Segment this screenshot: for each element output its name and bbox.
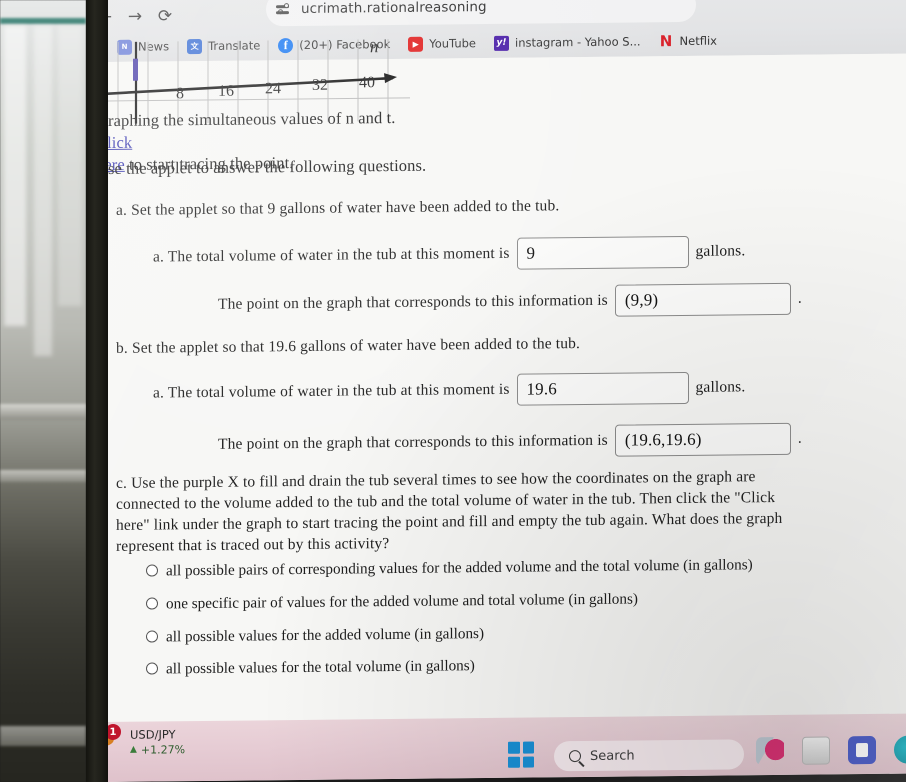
reload-icon[interactable]: ⟳ — [150, 2, 180, 30]
bookmark-label: YouTube — [429, 36, 476, 51]
graph-tick-32: 32 — [312, 76, 328, 94]
forward-icon[interactable]: → — [120, 3, 150, 31]
netflix-icon: N — [659, 32, 673, 51]
bookmark-label: Netflix — [679, 33, 717, 49]
question-b-point-label: The point on the graph that corresponds … — [218, 431, 608, 453]
option-label: all possible values for the total volume… — [166, 657, 475, 678]
option-4[interactable]: all possible values for the total volume… — [146, 653, 786, 679]
radio-button-icon[interactable] — [146, 564, 158, 577]
graph-tick-16: 16 — [218, 82, 234, 100]
radio-button-icon[interactable] — [146, 597, 158, 610]
furniture-edge-1 — [0, 404, 86, 420]
graph-axis-label-n: n — [370, 37, 379, 57]
widget-change-value: +1.27% — [140, 743, 186, 757]
yahoo-icon: y! — [494, 35, 509, 51]
store-icon[interactable] — [802, 736, 830, 765]
question-a-prompt: a. Set the applet so that 9 gallons of w… — [116, 197, 560, 219]
question-a-volume-input[interactable]: 9 — [516, 235, 689, 270]
bookmark-label: instagram - Yahoo S... — [515, 34, 641, 50]
graph-tick-8: 8 — [176, 85, 184, 103]
bookmark-netflix[interactable]: N Netflix — [650, 31, 726, 51]
graph-caption-text: Graphing the simultaneous values of n an… — [108, 107, 396, 131]
question-c-prompt: c. Use the purple X to fill and drain th… — [116, 468, 783, 555]
question-a-sub-label: a. The total volume of water in the tub … — [153, 244, 510, 266]
question-a-unit: gallons. — [695, 242, 746, 260]
graph-tick-40: 40 — [359, 74, 375, 92]
question-a-sub: a. The total volume of water in the tub … — [153, 234, 853, 273]
option-label: all possible values for the added volume… — [166, 624, 485, 645]
applet-instruction: Use the applet to answer the following q… — [108, 155, 427, 179]
question-b-point-input[interactable]: (19.6,19.6) — [614, 422, 791, 457]
window-frame-bar — [0, 18, 86, 24]
widget-badge-count: 1 — [108, 723, 121, 741]
question-c-options: all possible pairs of corresponding valu… — [146, 555, 786, 693]
question-b-sub-label: a. The total volume of water in the tub … — [153, 380, 510, 402]
widget-currency-pair: USD/JPY — [130, 727, 176, 742]
question-b-volume-input[interactable]: 19.6 — [516, 371, 689, 406]
option-1[interactable]: all possible pairs of corresponding valu… — [146, 555, 786, 581]
bookmark-youtube[interactable]: ▶ YouTube — [399, 34, 485, 54]
option-3[interactable]: all possible values for the added volume… — [146, 620, 786, 646]
caret-up-icon: ▲ — [130, 744, 137, 756]
site-settings-icon[interactable] — [276, 2, 292, 16]
furniture-edge-2 — [0, 470, 86, 482]
question-b-sub: a. The total volume of water in the tub … — [153, 370, 853, 409]
radio-button-icon[interactable] — [146, 662, 158, 675]
windows-start-icon[interactable] — [508, 741, 534, 768]
option-2[interactable]: one specific pair of values for the adde… — [146, 588, 786, 614]
radio-button-icon[interactable] — [146, 629, 158, 643]
windows-taskbar: 1 USD/JPY ▲ +1.27% Search — [108, 713, 906, 782]
taskbar-stock-widget[interactable]: 1 USD/JPY ▲ +1.27% — [108, 723, 185, 758]
curtain-pane-3 — [58, 26, 82, 306]
screen-content: ← → ⟳ ucrimath.rationalreasoning N News … — [108, 0, 906, 782]
address-bar[interactable]: ucrimath.rationalreasoning — [266, 0, 696, 27]
furniture-edge-3 — [0, 726, 86, 746]
question-a-point-label: The point on the graph that corresponds … — [218, 291, 608, 313]
widget-change: ▲ +1.27% — [130, 743, 185, 757]
question-b-prompt: b. Set the applet so that 19.6 gallons o… — [116, 335, 581, 357]
teams-icon[interactable] — [894, 735, 906, 764]
curtain-pane-2 — [34, 26, 52, 356]
question-b-point-row: The point on the graph that corresponds … — [218, 422, 802, 461]
question-b-point-suffix: . — [797, 429, 802, 447]
taskbar-app-icons — [756, 735, 906, 766]
room-background — [0, 0, 86, 782]
monitor-photo: ← → ⟳ ucrimath.rationalreasoning N News … — [0, 0, 906, 782]
option-label: one specific pair of values for the adde… — [166, 590, 638, 613]
widget-badge-icon: 1 — [108, 723, 124, 754]
word-icon[interactable] — [848, 735, 876, 765]
option-label: all possible pairs of corresponding valu… — [166, 556, 753, 580]
curtain-pane-1 — [4, 26, 26, 326]
graph-tick-24: 24 — [265, 80, 281, 98]
paint-icon[interactable] — [756, 736, 784, 766]
monitor-bezel — [86, 0, 110, 782]
search-placeholder: Search — [590, 747, 635, 764]
back-icon[interactable]: ← — [108, 3, 120, 31]
assignment-page: n 8 16 24 32 40 Graphing the simultaneou… — [108, 37, 906, 739]
search-icon — [569, 750, 581, 763]
question-a-point-suffix: . — [797, 289, 802, 307]
youtube-icon: ▶ — [408, 36, 424, 52]
question-a-point-row: The point on the graph that corresponds … — [218, 282, 802, 321]
url-text: ucrimath.rationalreasoning — [301, 0, 487, 17]
click-link[interactable]: Click — [108, 133, 132, 152]
question-a-point-input[interactable]: (9,9) — [614, 282, 791, 317]
taskbar-search-box[interactable]: Search — [554, 739, 744, 772]
question-b-unit: gallons. — [695, 378, 746, 396]
bookmark-instagram-yahoo[interactable]: y! instagram - Yahoo S... — [485, 32, 650, 53]
